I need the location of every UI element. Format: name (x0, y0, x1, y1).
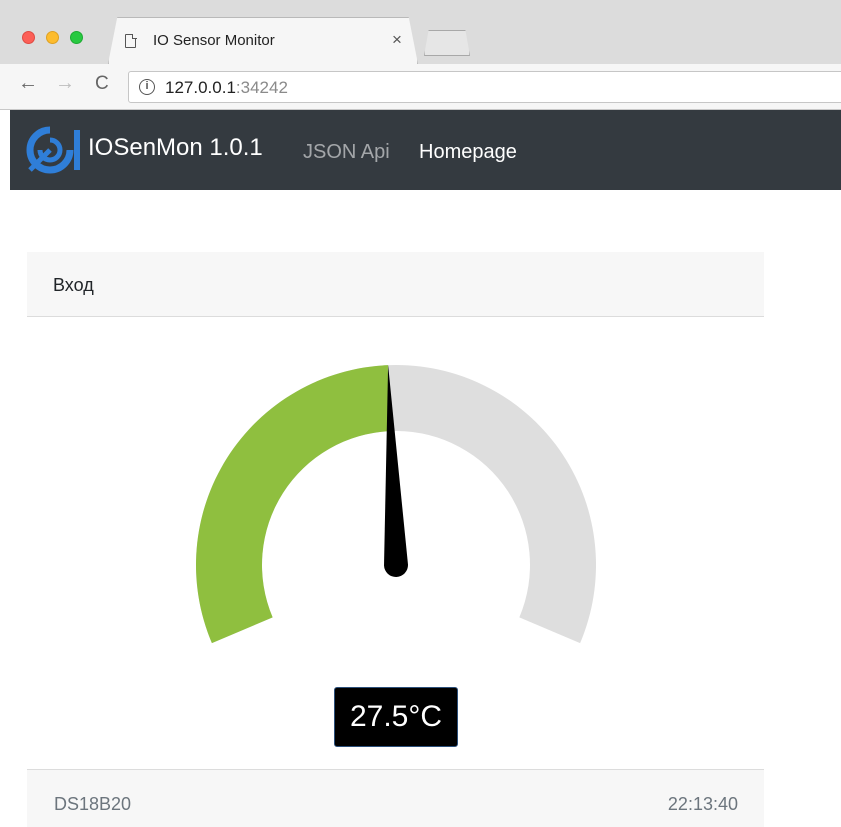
nav-link-json-api[interactable]: JSON Api (303, 141, 390, 164)
sensor-card: Вход 27.5°C DS18B20 22:13:40 (27, 252, 764, 827)
maximize-window-button[interactable] (70, 31, 83, 44)
browser-toolbar: ← → C i 127.0.0.1:34242 (0, 64, 841, 110)
back-arrow-icon[interactable]: ← (18, 72, 38, 95)
url-text[interactable]: 127.0.0.1:34242 (165, 78, 288, 98)
info-icon[interactable]: i (139, 79, 155, 95)
gauge-fill (196, 365, 391, 644)
last-update-time: 22:13:40 (667, 794, 738, 814)
app-navbar: IOSenMon 1.0.1 JSON Api Homepage (10, 110, 841, 190)
browser-tabstrip: IO Sensor Monitor × (0, 0, 841, 64)
close-window-button[interactable] (22, 31, 35, 44)
new-tab-button[interactable] (424, 30, 470, 56)
browser-tab-content[interactable]: IO Sensor Monitor × (108, 17, 418, 64)
nav-link-homepage[interactable]: Homepage (419, 141, 517, 164)
card-footer: DS18B20 22:13:40 (27, 769, 764, 827)
brand-name[interactable]: IOSenMon 1.0.1 (88, 134, 263, 162)
tab-title: IO Sensor Monitor (153, 32, 275, 49)
brand-logo-icon[interactable] (26, 126, 82, 174)
forward-arrow-icon[interactable]: → (55, 72, 75, 95)
card-header: Вход (27, 252, 764, 317)
temperature-readout: 27.5°C (334, 687, 458, 747)
url-port: :34242 (235, 78, 288, 97)
reload-icon[interactable]: C (95, 73, 109, 95)
card-header-title: Вход (53, 275, 94, 295)
sensor-name: DS18B20 (54, 794, 132, 814)
url-host: 127.0.0.1 (165, 78, 236, 97)
minimize-window-button[interactable] (46, 31, 59, 44)
address-bar[interactable]: i 127.0.0.1:34242 (128, 71, 841, 103)
tab-close-icon[interactable]: × (392, 30, 402, 50)
document-icon (125, 33, 137, 48)
